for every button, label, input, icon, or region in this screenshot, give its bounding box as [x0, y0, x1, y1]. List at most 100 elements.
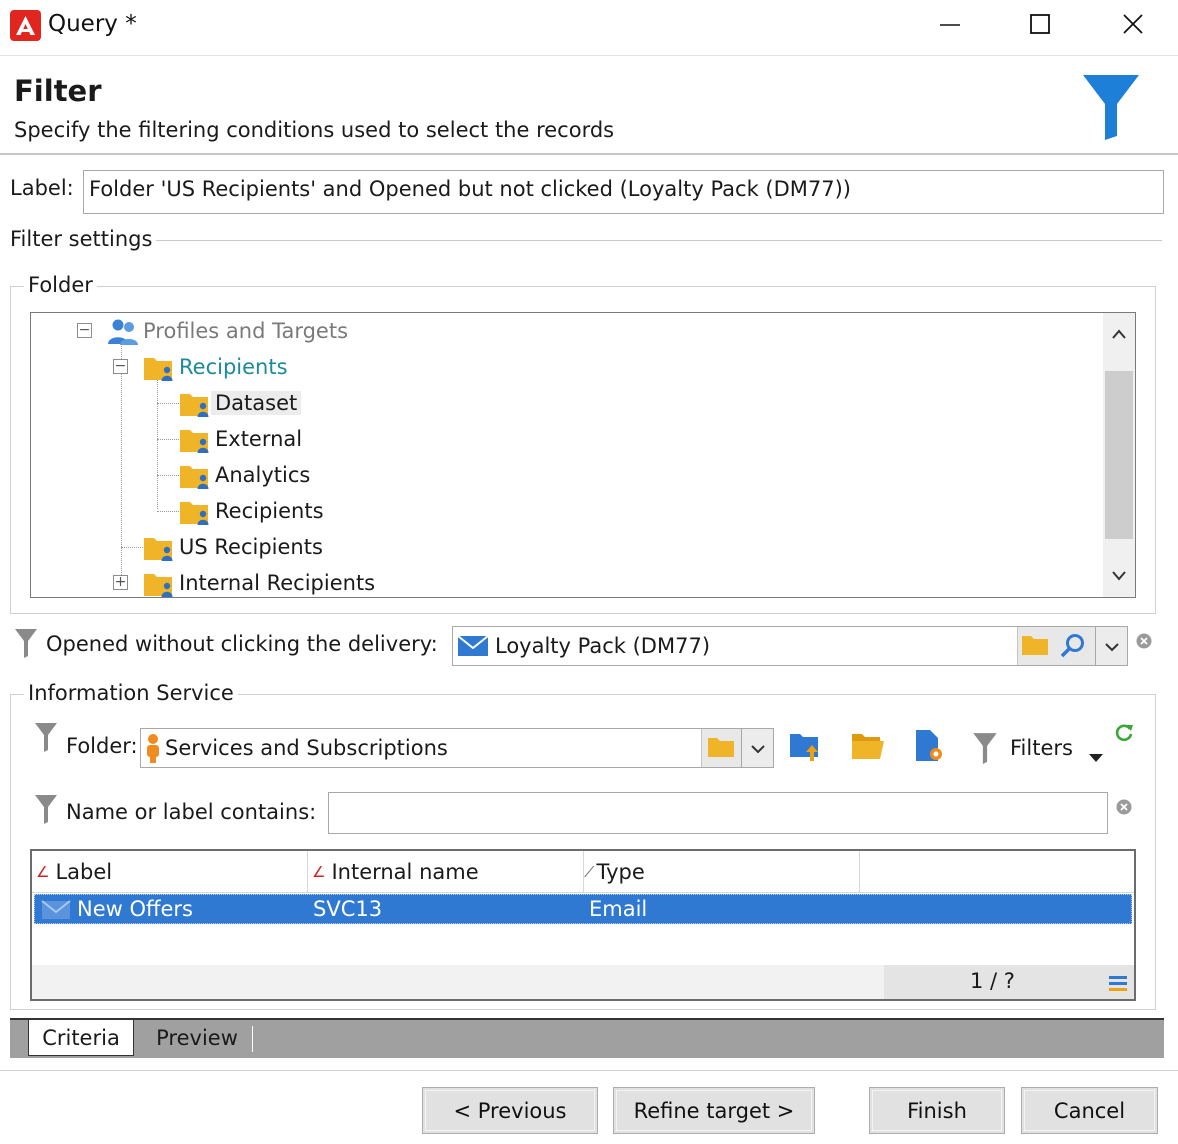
expand-icon[interactable]: + — [113, 575, 128, 590]
divider — [0, 55, 1178, 56]
column-header-type[interactable]: ⁄ Type — [584, 851, 860, 893]
column-title: Internal name — [331, 860, 479, 884]
service-folder-select[interactable]: Services and Subscriptions — [140, 728, 774, 768]
tree-scrollbar[interactable] — [1103, 313, 1135, 597]
divider — [0, 153, 1178, 155]
tab-preview[interactable]: Preview — [140, 1020, 254, 1056]
folder-group-title: Folder — [24, 273, 97, 297]
divider — [0, 1070, 1178, 1071]
tree-connector — [157, 403, 179, 404]
folder-person-icon — [143, 354, 173, 381]
page-subtitle: Specify the filtering conditions used to… — [14, 118, 615, 142]
dropdown-button[interactable] — [741, 729, 773, 767]
tree-item-external[interactable]: External — [179, 422, 302, 456]
service-folder-value: Services and Subscriptions — [165, 736, 448, 760]
sort-icon: ∠ — [312, 863, 326, 881]
search-icon[interactable] — [1059, 633, 1087, 659]
new-folder-button[interactable] — [912, 729, 948, 768]
person-icon — [145, 733, 161, 763]
delivery-caption: Opened without clicking the delivery: — [46, 632, 438, 656]
tree-item-analytics[interactable]: Analytics — [179, 458, 310, 492]
column-title: Label — [55, 860, 113, 884]
cancel-label: Cancel — [1053, 1098, 1126, 1123]
folder-up-arrow-icon — [789, 729, 823, 768]
tree-item-recipients-child[interactable]: Recipients — [179, 494, 324, 528]
delivery-select[interactable]: Loyalty Pack (DM77) — [452, 626, 1128, 666]
clear-icon[interactable] — [1136, 630, 1152, 654]
previous-label: < Previous — [453, 1098, 567, 1123]
close-button[interactable] — [1111, 8, 1155, 44]
tree-connector — [157, 439, 179, 440]
filter-icon — [34, 794, 58, 829]
grid-pager: 1 / ? — [884, 965, 1134, 999]
pager-text: 1 / ? — [970, 969, 1015, 993]
cancel-button[interactable]: Cancel — [1021, 1087, 1158, 1134]
filter-icon — [972, 732, 998, 769]
name-contains-caption: Name or label contains: — [66, 800, 317, 824]
minimize-icon — [938, 12, 962, 41]
folder-icon[interactable] — [1021, 633, 1049, 657]
refine-target-button[interactable]: Refine target > — [613, 1087, 815, 1134]
tree-item-label: Recipients — [215, 499, 324, 523]
maximize-icon — [1028, 12, 1052, 41]
refine-target-label: Refine target > — [633, 1098, 795, 1123]
tree-connector — [157, 511, 179, 512]
tab-separator — [252, 1026, 253, 1052]
folder-icon[interactable] — [707, 735, 735, 759]
table-row[interactable]: New Offers SVC13 Email — [34, 894, 1132, 924]
tree-item-us-recipients[interactable]: US Recipients — [143, 530, 323, 564]
open-folder-button[interactable] — [850, 730, 886, 766]
folder-person-icon — [179, 426, 209, 453]
tree-item-label: Profiles and Targets — [143, 319, 349, 343]
filter-icon — [34, 722, 58, 757]
chevron-down-icon — [750, 736, 766, 760]
collapse-icon[interactable]: − — [77, 323, 92, 338]
column-header-internal-name[interactable]: ∠ Internal name — [308, 851, 584, 893]
folder-person-icon — [143, 570, 173, 597]
tab-criteria[interactable]: Criteria — [28, 1020, 134, 1056]
finish-label: Finish — [907, 1098, 967, 1123]
cell-internal-name: SVC13 — [313, 897, 383, 921]
collapse-icon[interactable]: − — [113, 359, 128, 374]
filter-icon — [14, 628, 38, 663]
move-folder-button[interactable] — [788, 730, 824, 766]
folder-caption: Folder: — [66, 734, 138, 758]
page-title: Filter — [14, 74, 102, 108]
previous-button[interactable]: < Previous — [422, 1087, 598, 1134]
chevron-down-icon[interactable] — [1111, 563, 1127, 587]
tree-item-dataset[interactable]: Dataset — [179, 386, 302, 420]
open-folder-icon — [851, 731, 885, 766]
finish-button[interactable]: Finish — [869, 1087, 1005, 1134]
folder-person-icon — [179, 498, 209, 525]
maximize-button[interactable] — [1018, 8, 1062, 44]
email-icon — [457, 633, 489, 659]
tree-item-profiles-and-targets[interactable]: Profiles and Targets — [107, 314, 348, 348]
dropdown-button[interactable] — [1095, 627, 1127, 665]
refresh-icon[interactable] — [1114, 722, 1134, 747]
folder-person-icon — [143, 534, 173, 561]
chevron-up-icon[interactable] — [1111, 321, 1127, 345]
grid-header: ∠ Label ∠ Internal name ⁄ Type — [32, 851, 1134, 893]
folder-gear-icon — [914, 729, 946, 768]
filters-label: Filters — [1010, 736, 1073, 760]
information-service-title: Information Service — [24, 681, 238, 705]
tree-item-internal-recipients[interactable]: Internal Recipients — [143, 566, 376, 597]
close-icon — [1121, 12, 1145, 41]
tree-item-label: Dataset — [211, 391, 302, 415]
tree-item-label: Internal Recipients — [179, 571, 376, 595]
folder-tree[interactable]: − Profiles and Targets − Recipients Data… — [30, 312, 1136, 598]
filters-menu-button[interactable]: Filters — [1010, 736, 1073, 760]
minimize-button[interactable] — [928, 8, 972, 44]
tree-item-label: Analytics — [215, 463, 311, 487]
clear-icon[interactable] — [1116, 796, 1132, 820]
scrollbar-thumb[interactable] — [1105, 371, 1133, 539]
services-grid[interactable]: ∠ Label ∠ Internal name ⁄ Type New Offer… — [30, 849, 1136, 1001]
caret-down-icon[interactable] — [1088, 744, 1104, 768]
label-input[interactable]: Folder 'US Recipients' and Opened but no… — [83, 170, 1164, 214]
tab-bar: Criteria Preview — [10, 1018, 1164, 1058]
sort-icon: ∠ — [36, 863, 50, 881]
tree-item-recipients[interactable]: Recipients — [143, 350, 288, 384]
name-contains-input[interactable] — [328, 792, 1108, 834]
column-header-label[interactable]: ∠ Label — [32, 851, 308, 893]
list-menu-icon[interactable] — [1108, 973, 1128, 997]
